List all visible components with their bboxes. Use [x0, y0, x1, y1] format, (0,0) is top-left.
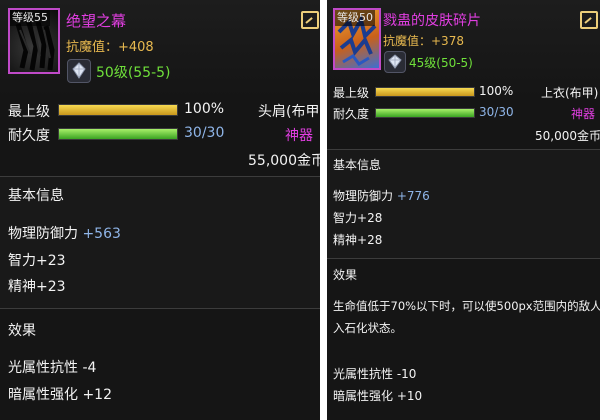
stat-physical-defense: 物理防御力 +776: [333, 187, 430, 204]
effect-title: 效果: [8, 323, 36, 339]
divider: [327, 258, 600, 259]
basic-info-title: 基本信息: [8, 188, 64, 204]
item-thumbnail-icon: 等级55: [8, 8, 60, 74]
effect-title: 效果: [333, 268, 358, 282]
rarity: 神器: [285, 128, 313, 144]
item-thumbnail-icon: 等级50: [333, 8, 381, 70]
gem-icon: [67, 59, 91, 83]
durability-bar-fill: [376, 109, 474, 117]
stat-name: 物理防御力: [8, 226, 78, 242]
durability-value: 30/30: [184, 125, 225, 141]
effect-light-resist: 光属性抗性 -10: [333, 367, 417, 381]
share-icon[interactable]: [580, 11, 598, 29]
grade-bar: [58, 104, 178, 116]
stat-name: 智力: [8, 253, 36, 269]
effect-description-line1: 生命值低于70%以下时，可以使500px范围内的敌人进: [333, 299, 600, 313]
durability-value: 30/30: [479, 105, 514, 119]
level-badge: 等级50: [335, 10, 375, 26]
stat-value: +776: [396, 189, 430, 203]
gem-level: 50级(55-5): [96, 65, 171, 81]
slot-type: 头肩(布甲): [258, 104, 320, 120]
stat-intelligence: 智力+28: [333, 209, 382, 226]
price: 55,000金币: [248, 153, 320, 169]
grade-percent: 100%: [184, 101, 225, 117]
stat-value: +563: [82, 226, 121, 242]
effect-light-resist: 光属性抗性 -4: [8, 360, 97, 376]
durability-label: 耐久度: [333, 107, 370, 121]
resist-value: 抗魔值：+408: [66, 40, 154, 55]
stat-intelligence: 智力+23: [8, 250, 66, 270]
durability-bar-fill: [59, 129, 177, 139]
share-icon[interactable]: [301, 11, 319, 29]
durability-bar: [375, 108, 475, 118]
stat-name: 智力: [333, 211, 358, 225]
basic-info-title: 基本信息: [333, 158, 382, 172]
stat-name: 精神: [333, 233, 358, 247]
gem-level: 45级(50-5): [409, 56, 473, 70]
grade-percent: 100%: [479, 84, 514, 98]
stat-physical-defense: 物理防御力 +563: [8, 223, 121, 243]
grade-bar: [375, 87, 475, 97]
grade-bar-fill: [59, 105, 177, 115]
effect-dark-enhance: 暗属性强化 +10: [333, 389, 423, 403]
stat-spirit: 精神+28: [333, 231, 382, 248]
stat-value: +23: [36, 279, 66, 295]
item-name: 绝望之幕: [66, 12, 127, 30]
stat-spirit: 精神+23: [8, 276, 66, 296]
item-name: 戮蛊的皮肤碎片: [383, 13, 481, 29]
effect-dark-enhance: 暗属性强化 +12: [8, 387, 112, 403]
gem-icon: [384, 51, 406, 73]
rarity: 神器: [571, 107, 596, 121]
stat-value: +28: [357, 233, 383, 247]
effect-description-line2: 入石化状态。: [333, 321, 402, 335]
slot-type: 上衣(布甲): [541, 86, 599, 100]
price: 50,000金币: [535, 129, 600, 143]
stat-name: 精神: [8, 279, 36, 295]
item-tooltip-right: 等级50 戮蛊的皮肤碎片 抗魔值：+378 45级(50-5) 最上级 100%…: [327, 0, 600, 420]
durability-bar: [58, 128, 178, 140]
durability-label: 耐久度: [8, 128, 50, 144]
stat-value: +28: [357, 211, 383, 225]
item-tooltip-left: 等级55 绝望之幕 抗魔值：+408 50级(55-5) 最上级 100% 头肩…: [0, 0, 320, 420]
grade-label: 最上级: [8, 104, 50, 120]
grade-bar-fill: [376, 88, 474, 96]
grade-label: 最上级: [333, 86, 370, 100]
stat-name: 物理防御力: [333, 189, 394, 203]
level-badge: 等级55: [10, 10, 50, 26]
resist-value: 抗魔值：+378: [383, 34, 464, 48]
divider: [0, 308, 320, 309]
stat-value: +23: [36, 253, 66, 269]
